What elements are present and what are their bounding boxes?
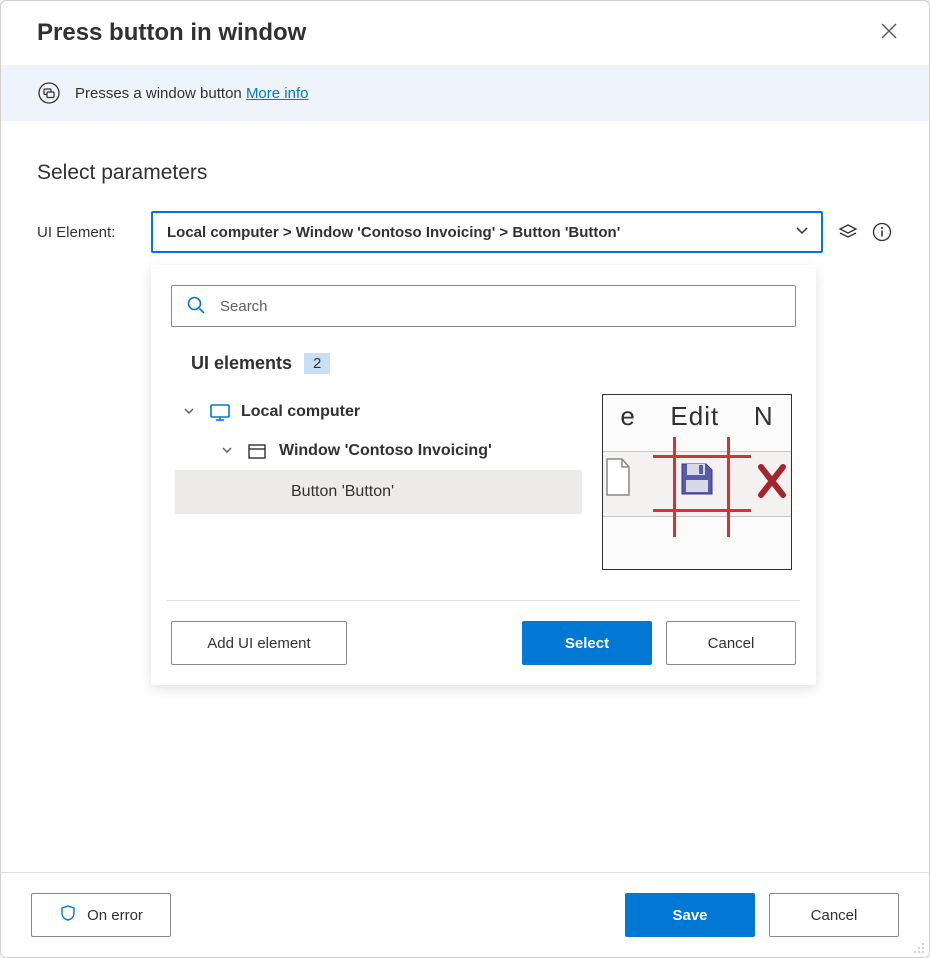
shield-icon — [59, 904, 77, 926]
ui-element-picker-popup: UI elements 2 — [151, 265, 816, 685]
tree-node-label: Button 'Button' — [291, 483, 394, 501]
preview-menu-item: Edit — [666, 401, 723, 432]
on-error-label: On error — [87, 907, 143, 924]
preview-menu-fragment: N — [750, 401, 778, 432]
file-icon — [605, 457, 631, 497]
more-info-link[interactable]: More info — [246, 85, 309, 102]
ui-element-combobox[interactable]: Local computer > Window 'Contoso Invoici… — [151, 211, 823, 253]
chevron-down-icon — [221, 444, 237, 459]
dialog-title: Press button in window — [37, 19, 306, 47]
monitor-icon — [209, 401, 231, 423]
divider — [167, 600, 800, 601]
window-icon — [247, 441, 269, 461]
resize-grip-icon[interactable] — [913, 941, 925, 953]
preview-menu-bar: e Edit N — [603, 401, 791, 432]
ui-elements-count-badge: 2 — [304, 353, 330, 374]
tree-node-label: Window 'Contoso Invoicing' — [279, 442, 492, 460]
tree-node-button-selected[interactable]: Button 'Button' — [175, 470, 582, 514]
crosshair-line — [653, 509, 751, 512]
chevron-down-icon — [183, 405, 199, 420]
save-icon — [671, 453, 723, 505]
ui-elements-tree: Local computer Window 'Contoso Inv — [175, 392, 582, 570]
ui-element-label: UI Element: — [37, 224, 137, 241]
action-icon — [37, 81, 61, 105]
cancel-button[interactable]: Cancel — [769, 893, 899, 937]
ui-element-value: Local computer > Window 'Contoso Invoici… — [167, 224, 620, 241]
dialog-footer: On error Save Cancel — [1, 872, 929, 957]
element-preview: e Edit N — [602, 394, 792, 570]
on-error-button[interactable]: On error — [31, 893, 171, 937]
preview-menu-fragment: e — [616, 401, 639, 432]
info-bar: Presses a window button More info — [1, 65, 929, 121]
add-ui-element-button[interactable]: Add UI element — [171, 621, 347, 665]
tree-node-label: Local computer — [241, 403, 360, 421]
tree-node-local-computer[interactable]: Local computer — [175, 392, 582, 432]
tree-node-window[interactable]: Window 'Contoso Invoicing' — [175, 432, 582, 470]
crosshair-line — [673, 437, 676, 537]
ui-elements-label: UI elements — [191, 353, 292, 374]
search-icon — [186, 295, 206, 318]
dialog-press-button-in-window: Press button in window Presses a window … — [0, 0, 930, 958]
picker-cancel-button[interactable]: Cancel — [666, 621, 796, 665]
search-input[interactable] — [218, 297, 781, 316]
chevron-down-icon — [795, 223, 809, 241]
dialog-body: Select parameters UI Element: Local comp… — [1, 121, 929, 872]
section-title: Select parameters — [37, 161, 893, 185]
ui-element-parameter-row: UI Element: Local computer > Window 'Con… — [37, 211, 893, 253]
search-box[interactable] — [171, 285, 796, 327]
save-button[interactable]: Save — [625, 893, 755, 937]
close-icon[interactable] — [881, 23, 897, 43]
crosshair-line — [727, 437, 730, 537]
info-text: Presses a window button — [75, 85, 246, 102]
delete-x-icon — [757, 459, 787, 509]
select-button[interactable]: Select — [522, 621, 652, 665]
info-icon[interactable] — [871, 221, 893, 243]
ui-elements-subhead: UI elements 2 — [191, 353, 796, 374]
dialog-header: Press button in window — [1, 1, 929, 65]
layers-icon[interactable] — [837, 221, 859, 243]
crosshair-line — [653, 455, 751, 458]
